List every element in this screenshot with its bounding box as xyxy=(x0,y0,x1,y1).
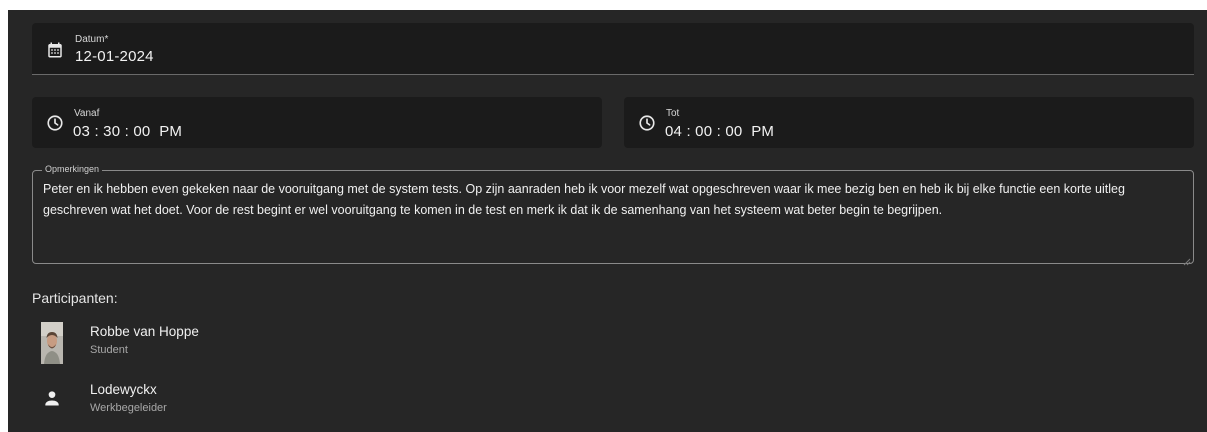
participant-item: Lodewyckx Werkbegeleider xyxy=(32,378,432,422)
date-field[interactable]: Datum* 12-01-2024 xyxy=(32,23,1194,75)
notes-text[interactable]: Peter en ik hebben even gekeken naar de … xyxy=(43,179,1183,221)
participant-role: Werkbegeleider xyxy=(90,402,167,414)
participants-heading: Participanten: xyxy=(32,290,118,306)
participant-item: Robbe van Hoppe Student xyxy=(32,320,432,364)
from-time-value[interactable]: 03 : 30 : 00 PM xyxy=(73,124,182,139)
notes-textarea[interactable]: Opmerkingen Peter en ik hebben even geke… xyxy=(32,165,1194,266)
from-time-label: Vanaf xyxy=(74,108,100,119)
date-label: Datum* xyxy=(75,34,109,45)
from-time-field[interactable]: Vanaf 03 : 30 : 00 PM xyxy=(32,97,602,148)
date-value[interactable]: 12-01-2024 xyxy=(75,49,154,64)
participant-role: Student xyxy=(90,344,128,356)
participant-name: Lodewyckx xyxy=(90,382,157,397)
person-icon xyxy=(42,388,62,408)
to-time-value[interactable]: 04 : 00 : 00 PM xyxy=(665,124,774,139)
clock-icon[interactable] xyxy=(46,114,64,132)
appointment-detail-panel: Datum* 12-01-2024 Vanaf 03 : 30 : 00 PM … xyxy=(8,10,1207,432)
avatar xyxy=(41,322,63,364)
calendar-icon[interactable] xyxy=(46,41,64,59)
to-time-field[interactable]: Tot 04 : 00 : 00 PM xyxy=(624,97,1194,148)
notes-label: Opmerkingen xyxy=(42,165,103,174)
clock-icon[interactable] xyxy=(638,114,656,132)
to-time-label: Tot xyxy=(666,108,680,119)
resize-handle-icon[interactable] xyxy=(1183,253,1191,266)
participant-name: Robbe van Hoppe xyxy=(90,324,199,339)
